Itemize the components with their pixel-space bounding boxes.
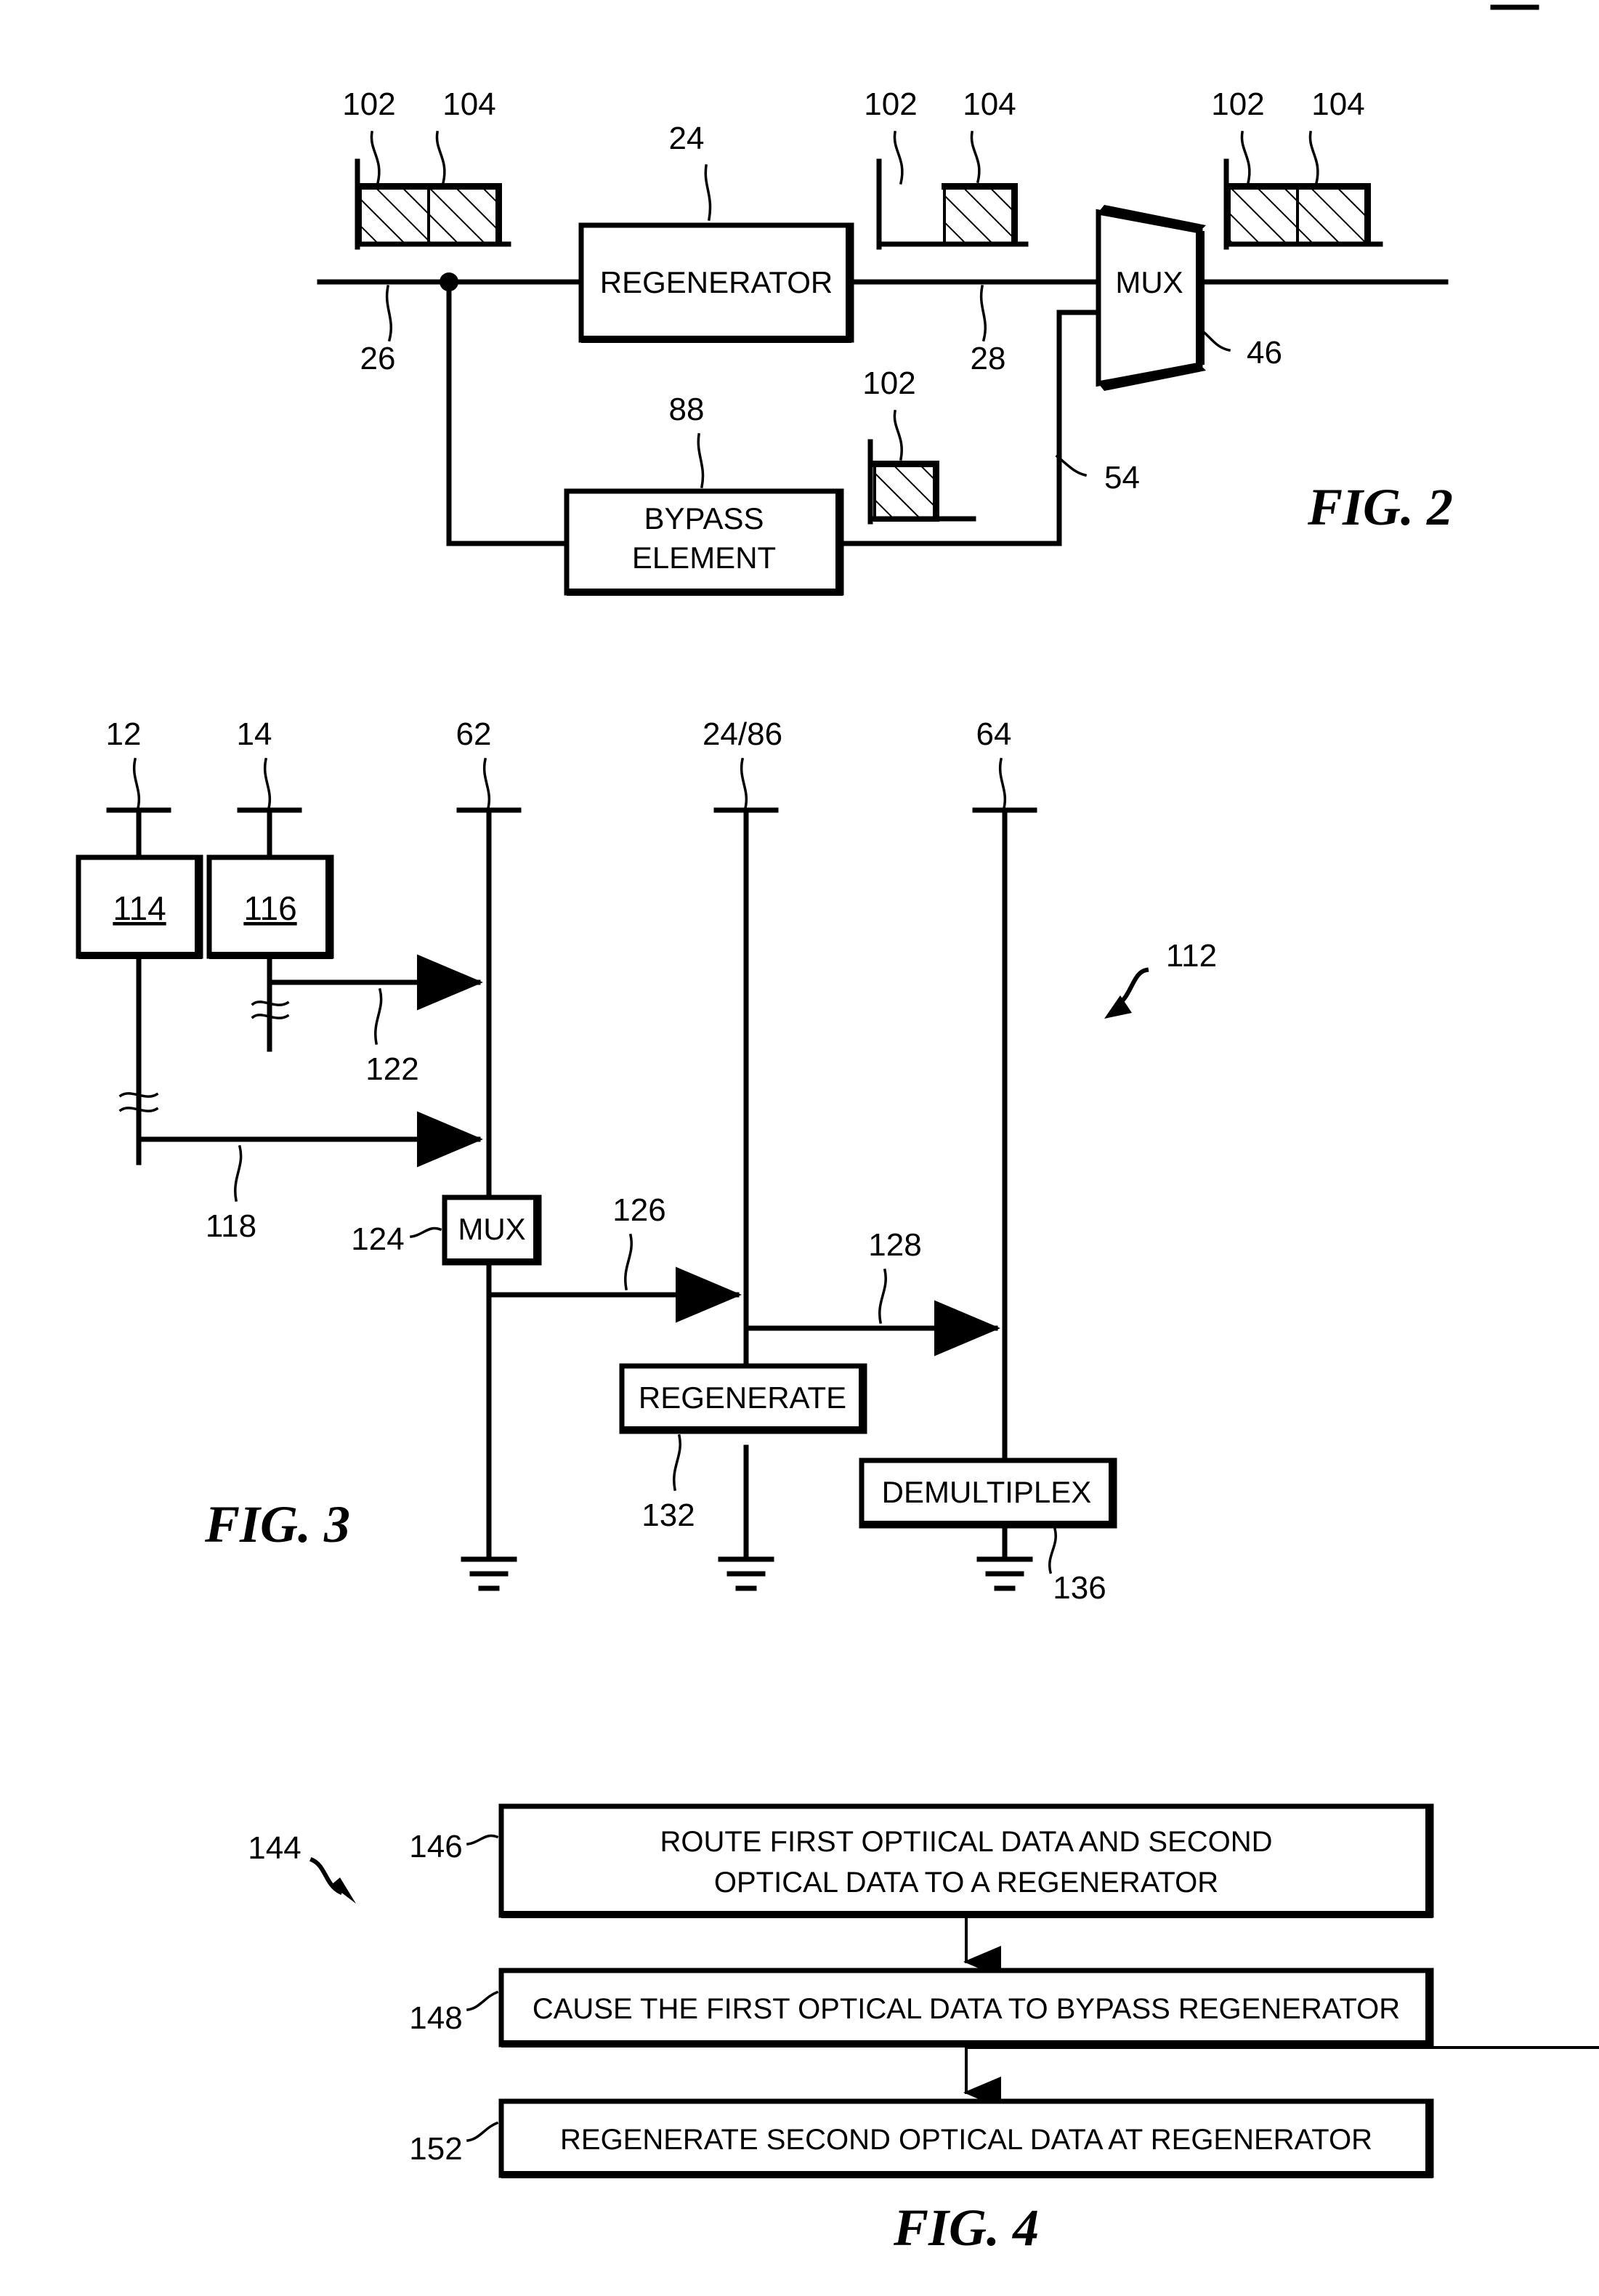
ref-number-102-b: 102 — [864, 86, 917, 122]
bypass-element-label-line1: BYPASS — [644, 501, 764, 535]
ref-number-24: 24 — [669, 121, 705, 156]
ref-number-104-c: 104 — [1311, 86, 1364, 122]
component-box-114-label: 114 — [113, 889, 166, 927]
ref-number-152: 152 — [409, 2131, 462, 2167]
ref-number-148: 148 — [409, 2000, 462, 2036]
ref-number-118: 118 — [206, 1208, 256, 1244]
fig3-lifeline-14: 14 116 — [206, 716, 334, 1052]
ref-number-104-a: 104 — [442, 86, 495, 122]
fig3-message-122: 122 — [267, 954, 483, 1087]
fig3-message-118: 118 — [136, 1111, 483, 1244]
fig2-mux-block: MUX — [1096, 205, 1206, 391]
ref-number-124: 124 — [351, 1221, 404, 1257]
flow-step-146-line2: OPTICAL DATA TO A REGENERATOR — [714, 1867, 1218, 1899]
fig2-spectrum-regen-output: 102 104 — [864, 86, 1029, 250]
ref-number-136: 136 — [1053, 1570, 1106, 1606]
ref-number-104-b: 104 — [963, 86, 1016, 122]
activity-demultiplex-label: DEMULTIPLEX — [882, 1475, 1092, 1509]
fig3-activity-demultiplex: DEMULTIPLEX 136 — [859, 1458, 1117, 1606]
fig2-spectrum-mux-output: 102 104 — [1211, 86, 1383, 250]
bypass-element-label-line2: ELEMENT — [632, 541, 776, 575]
drawing-canvas: REGENERATOR 24 BYPASS ELEMENT 88 54 MUX … — [76, 4, 1599, 2257]
fig3-ref-112: 112 — [1104, 938, 1217, 1019]
figure-2-caption: FIG. 2 — [1307, 478, 1453, 536]
fig2-regenerator-block: REGENERATOR — [578, 222, 854, 343]
fig4-step-148: CAUSE THE FIRST OPTICAL DATA TO BYPASS R… — [409, 1968, 1434, 2048]
flow-step-148-line1: CAUSE THE FIRST OPTICAL DATA TO BYPASS R… — [533, 1993, 1400, 2025]
figure-4: ROUTE FIRST OPTIICAL DATA AND SECOND OPT… — [248, 1803, 1599, 2257]
fig4-connector-2 — [963, 2046, 1599, 2109]
ref-number-146: 146 — [409, 1829, 462, 1864]
activity-regenerate-label: REGENERATE — [639, 1381, 846, 1415]
fig3-lifeline-64: 64 — [972, 716, 1037, 1591]
ref-number-112: 112 — [1166, 938, 1217, 974]
fig2-ref-28: 28 — [971, 284, 1006, 376]
flow-step-152-line1: REGENERATE SECOND OPTICAL DATA AT REGENE… — [560, 2124, 1372, 2156]
ref-number-12: 12 — [106, 716, 142, 752]
figure-3-caption: FIG. 3 — [204, 1495, 350, 1553]
ref-number-28: 28 — [971, 341, 1006, 376]
ref-number-102-d: 102 — [862, 365, 915, 401]
flow-step-146-line1: ROUTE FIRST OPTIICAL DATA AND SECOND — [660, 1826, 1272, 1858]
ref-number-62: 62 — [456, 716, 492, 752]
ref-number-122: 122 — [365, 1051, 418, 1087]
fig4-step-152: REGENERATE SECOND OPTICAL DATA AT REGENE… — [409, 2098, 1434, 2178]
fig2-spectrum-bypass-output: 102 — [862, 365, 976, 525]
fig3-lifeline-62: 62 — [456, 716, 522, 1591]
fig3-activity-mux: MUX 124 — [351, 1195, 542, 1266]
fig2-ref-24: 24 — [669, 121, 712, 222]
activity-mux-label: MUX — [458, 1212, 525, 1246]
fig2-tap-junction — [440, 272, 570, 546]
fig4-ref-144: 144 — [248, 1830, 356, 1904]
ref-number-46: 46 — [1247, 335, 1282, 371]
patent-drawing-sheet: REGENERATOR 24 BYPASS ELEMENT 88 54 MUX … — [0, 0, 1599, 2296]
ref-number-26: 26 — [360, 341, 396, 376]
ref-number-144: 144 — [248, 1830, 301, 1866]
ref-number-126: 126 — [612, 1192, 665, 1228]
figure-3: 12 114 14 116 62 24/86 64 122 118 MUX 12… — [76, 716, 1217, 1606]
ref-number-14: 14 — [237, 716, 272, 752]
fig2-ref-26: 26 — [360, 284, 396, 376]
fig2-spectrum-input: 102 104 — [342, 86, 511, 250]
ref-number-54: 54 — [1104, 460, 1140, 496]
ref-number-24-86: 24/86 — [703, 716, 782, 752]
ref-number-102-c: 102 — [1211, 86, 1264, 122]
regenerator-label: REGENERATOR — [600, 265, 833, 299]
ref-number-132: 132 — [641, 1497, 695, 1533]
figure-4-caption: FIG. 4 — [893, 2199, 1039, 2257]
component-box-116-label: 116 — [243, 889, 296, 927]
ref-number-88: 88 — [669, 392, 705, 427]
ref-number-102-a: 102 — [342, 86, 395, 122]
fig3-lifeline-24-86: 24/86 — [703, 716, 782, 1591]
fig2-ref-46: 46 — [1197, 326, 1282, 371]
fig2-ref-88: 88 — [669, 392, 705, 489]
fig2-ref-54: 54 — [1055, 454, 1140, 496]
ref-number-64: 64 — [976, 716, 1012, 752]
fig2-bypass-element-block: BYPASS ELEMENT — [564, 488, 844, 596]
mux-label: MUX — [1115, 265, 1183, 299]
ref-number-128: 128 — [868, 1227, 921, 1263]
fig4-step-146: ROUTE FIRST OPTIICAL DATA AND SECOND OPT… — [409, 1803, 1434, 1918]
figure-2: REGENERATOR 24 BYPASS ELEMENT 88 54 MUX … — [317, 86, 1453, 596]
fig3-lifeline-12: 12 114 — [76, 716, 203, 1165]
fig3-message-128: 128 — [743, 1227, 1000, 1357]
